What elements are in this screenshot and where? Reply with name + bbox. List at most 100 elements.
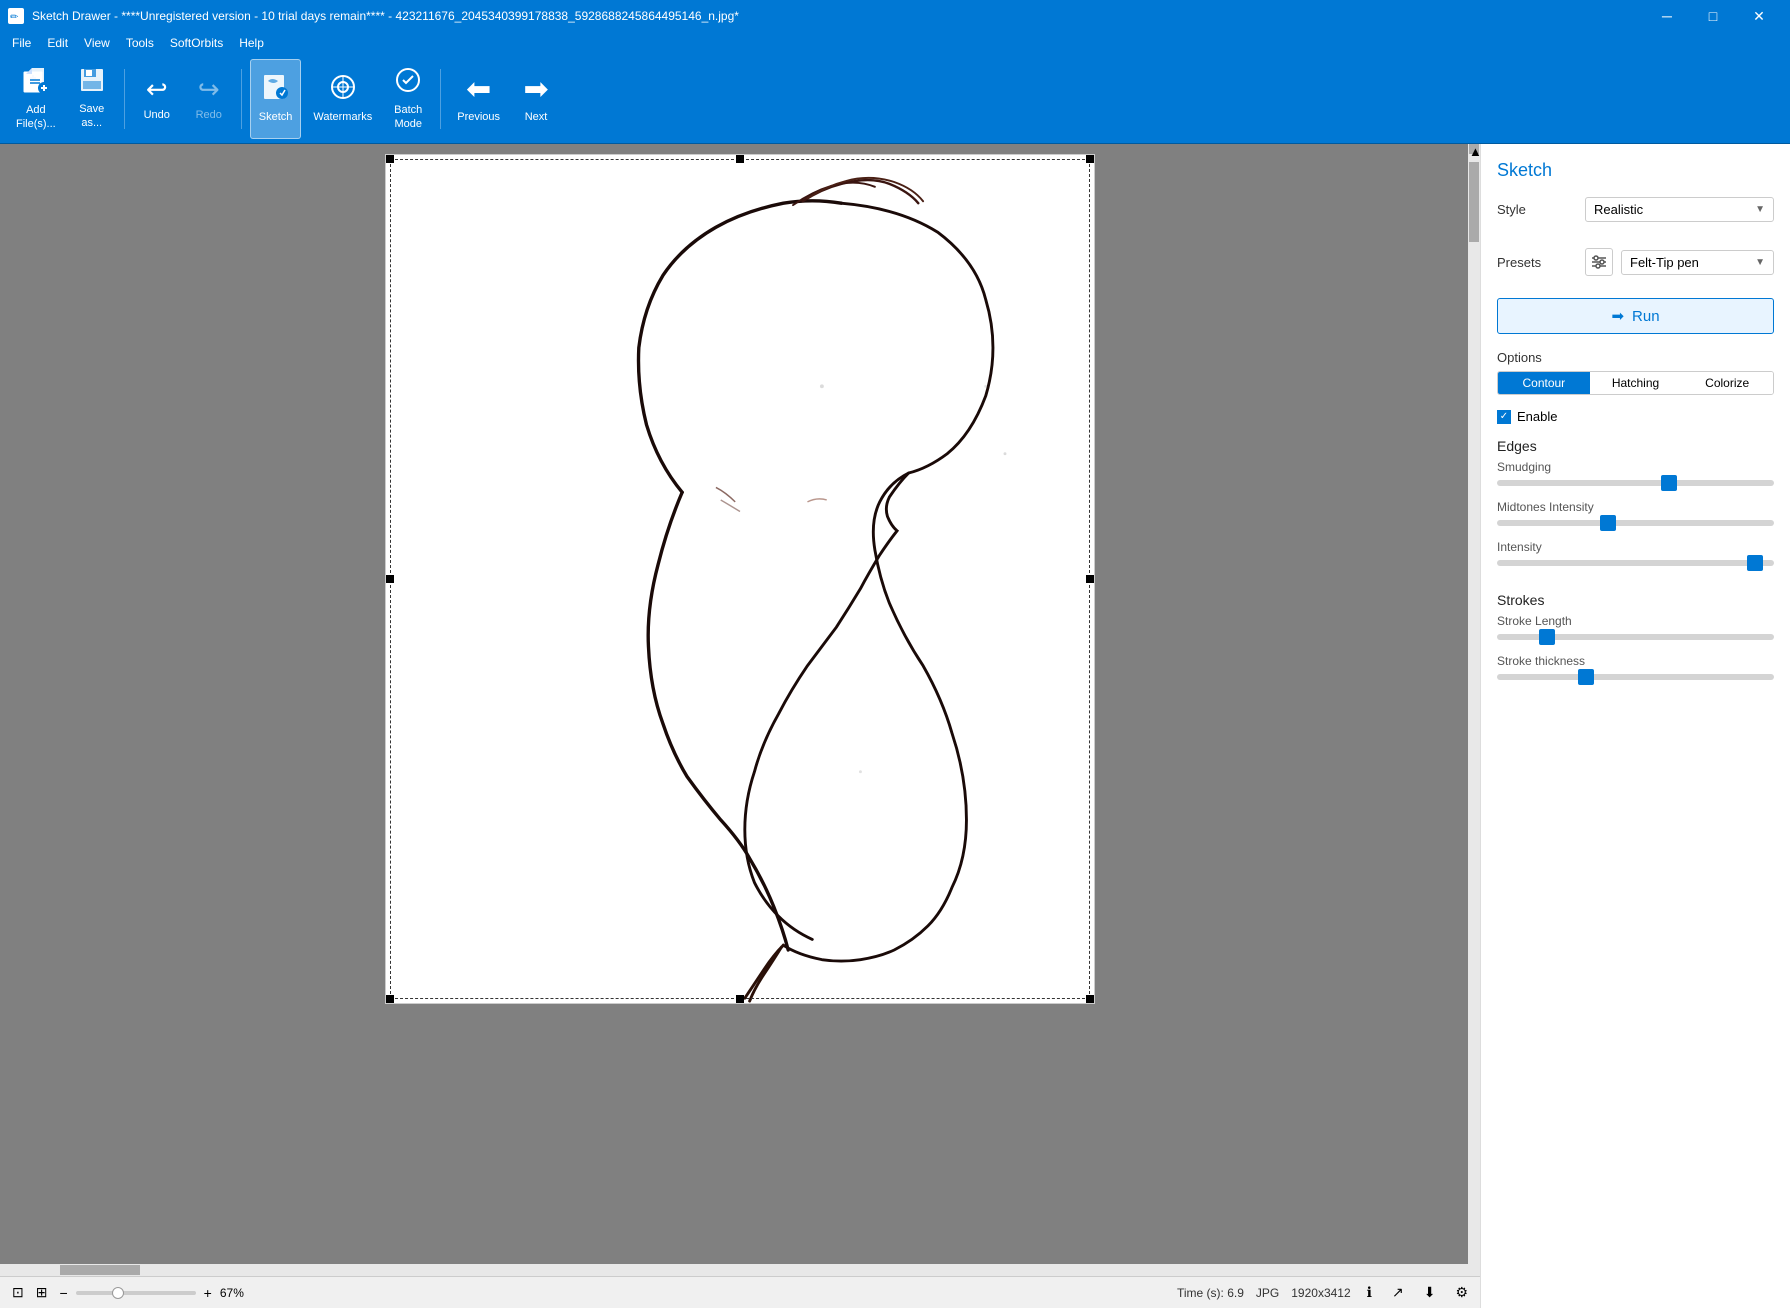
handle-tr[interactable] (1086, 155, 1094, 163)
tab-contour[interactable]: Contour (1498, 372, 1590, 394)
style-label: Style (1497, 202, 1577, 217)
scrollbar-up[interactable]: ▲ (1469, 144, 1479, 154)
canvas-area: ▲ ⊡ ⊞ − + 67% Time (s): 6.9 (0, 144, 1480, 1308)
scrollbar-thumb[interactable] (1469, 162, 1479, 242)
watermarks-icon (329, 73, 357, 107)
tab-hatching[interactable]: Hatching (1590, 372, 1682, 394)
midtones-thumb[interactable] (1600, 515, 1616, 531)
intensity-thumb[interactable] (1747, 555, 1763, 571)
minimize-button[interactable]: ─ (1644, 0, 1690, 32)
vertical-scrollbar[interactable]: ▲ (1468, 144, 1480, 1276)
window-controls: ─ □ ✕ (1644, 0, 1782, 32)
enable-label: Enable (1517, 409, 1557, 424)
smudging-item: Smudging (1497, 460, 1774, 486)
zoom-slider-thumb[interactable] (112, 1287, 124, 1299)
style-row: Style Realistic ▼ (1497, 197, 1774, 222)
edges-section: Edges Smudging Midtones Intensity Intens… (1481, 434, 1790, 584)
zoom-actual-button[interactable]: ⊞ (32, 1282, 52, 1303)
undo-button[interactable]: ↩ Undo (133, 59, 181, 139)
handle-bc[interactable] (736, 995, 744, 1003)
run-button[interactable]: ➡ Run (1497, 298, 1774, 334)
add-files-icon (22, 66, 50, 100)
intensity-slider[interactable] (1497, 560, 1774, 566)
zoom-out-button[interactable]: − (55, 1283, 71, 1303)
previous-icon: ⬅ (466, 72, 491, 107)
redo-icon: ↪ (198, 74, 220, 105)
zoom-fit-button[interactable]: ⊡ (8, 1282, 28, 1303)
smudging-slider[interactable] (1497, 480, 1774, 486)
midtones-item: Midtones Intensity (1497, 500, 1774, 526)
right-panel: Sketch Style Realistic ▼ Presets (1480, 144, 1790, 1308)
menu-softorbits[interactable]: SoftOrbits (162, 34, 231, 52)
window-title: Sketch Drawer - ****Unregistered version… (32, 9, 739, 23)
enable-checkbox[interactable]: ✓ (1497, 410, 1511, 424)
presets-select[interactable]: Felt-Tip pen ▼ (1621, 250, 1774, 275)
stroke-length-slider[interactable] (1497, 634, 1774, 640)
style-select[interactable]: Realistic ▼ (1585, 197, 1774, 222)
undo-label: Undo (144, 109, 170, 122)
toolbar-sep-2 (241, 69, 242, 129)
handle-ml[interactable] (386, 575, 394, 583)
stroke-thickness-slider[interactable] (1497, 674, 1774, 680)
handle-mr[interactable] (1086, 575, 1094, 583)
stroke-thickness-thumb[interactable] (1578, 669, 1594, 685)
close-button[interactable]: ✕ (1736, 0, 1782, 32)
next-button[interactable]: ➡ Next (512, 59, 560, 139)
watermarks-button[interactable]: Watermarks (305, 59, 380, 139)
save-button[interactable]: Save as... (68, 59, 116, 139)
handle-bl[interactable] (386, 995, 394, 1003)
add-files-label: Add File(s)... (16, 104, 56, 130)
batch-icon (394, 66, 422, 100)
previous-button[interactable]: ⬅ Previous (449, 59, 508, 139)
style-select-arrow: ▼ (1755, 204, 1765, 215)
h-scrollbar-thumb[interactable] (60, 1265, 140, 1275)
sketch-button[interactable]: Sketch (250, 59, 302, 139)
title-bar: ✏ Sketch Drawer - ****Unregistered versi… (0, 0, 1790, 32)
run-arrow: ➡ (1611, 307, 1624, 325)
redo-button[interactable]: ↪ Redo (185, 59, 233, 139)
menu-view[interactable]: View (76, 34, 118, 52)
zoom-in-button[interactable]: + (200, 1283, 216, 1303)
main-area: ▲ ⊡ ⊞ − + 67% Time (s): 6.9 (0, 144, 1790, 1308)
svg-text:✏: ✏ (10, 12, 19, 23)
undo-icon: ↩ (146, 74, 168, 105)
sketch-drawing (386, 155, 1094, 1003)
style-section: Style Realistic ▼ (1481, 189, 1790, 240)
midtones-label: Midtones Intensity (1497, 500, 1774, 514)
zoom-slider[interactable] (76, 1291, 196, 1295)
maximize-button[interactable]: □ (1690, 0, 1736, 32)
strokes-section: Strokes Stroke Length Stroke thickness (1481, 588, 1790, 698)
horizontal-scrollbar[interactable] (0, 1264, 1468, 1276)
info-button[interactable]: ℹ (1363, 1282, 1376, 1303)
smudging-thumb[interactable] (1661, 475, 1677, 491)
save-icon (79, 67, 105, 99)
intensity-label: Intensity (1497, 540, 1774, 554)
run-label: Run (1632, 308, 1660, 325)
menu-bar: File Edit View Tools SoftOrbits Help (0, 32, 1790, 54)
enable-row: ✓ Enable (1481, 405, 1790, 434)
tab-colorize[interactable]: Colorize (1681, 372, 1773, 394)
format-value: JPG (1256, 1286, 1279, 1300)
stroke-length-label: Stroke Length (1497, 614, 1774, 628)
handle-tl[interactable] (386, 155, 394, 163)
handle-br[interactable] (1086, 995, 1094, 1003)
sketch-icon (262, 73, 290, 107)
menu-help[interactable]: Help (231, 34, 272, 52)
settings-button[interactable]: ⚙ (1451, 1282, 1472, 1303)
batch-label: Batch Mode (394, 104, 422, 130)
toolbar: Add File(s)... Save as... ↩ Undo ↪ Redo … (0, 54, 1790, 144)
handle-tc[interactable] (736, 155, 744, 163)
stroke-length-thumb[interactable] (1539, 629, 1555, 645)
canvas-scroll[interactable] (0, 144, 1480, 1276)
menu-file[interactable]: File (4, 34, 39, 52)
menu-tools[interactable]: Tools (118, 34, 162, 52)
menu-edit[interactable]: Edit (39, 34, 76, 52)
add-files-button[interactable]: Add File(s)... (8, 59, 64, 139)
canvas-content (385, 154, 1095, 1004)
presets-icon-btn[interactable] (1585, 248, 1613, 276)
download-button[interactable]: ⬇ (1420, 1282, 1440, 1303)
share-button[interactable]: ↗ (1388, 1282, 1408, 1303)
status-bar: ⊡ ⊞ − + 67% Time (s): 6.9 JPG 1920x3412 … (0, 1276, 1480, 1308)
midtones-slider[interactable] (1497, 520, 1774, 526)
batch-mode-button[interactable]: Batch Mode (384, 59, 432, 139)
